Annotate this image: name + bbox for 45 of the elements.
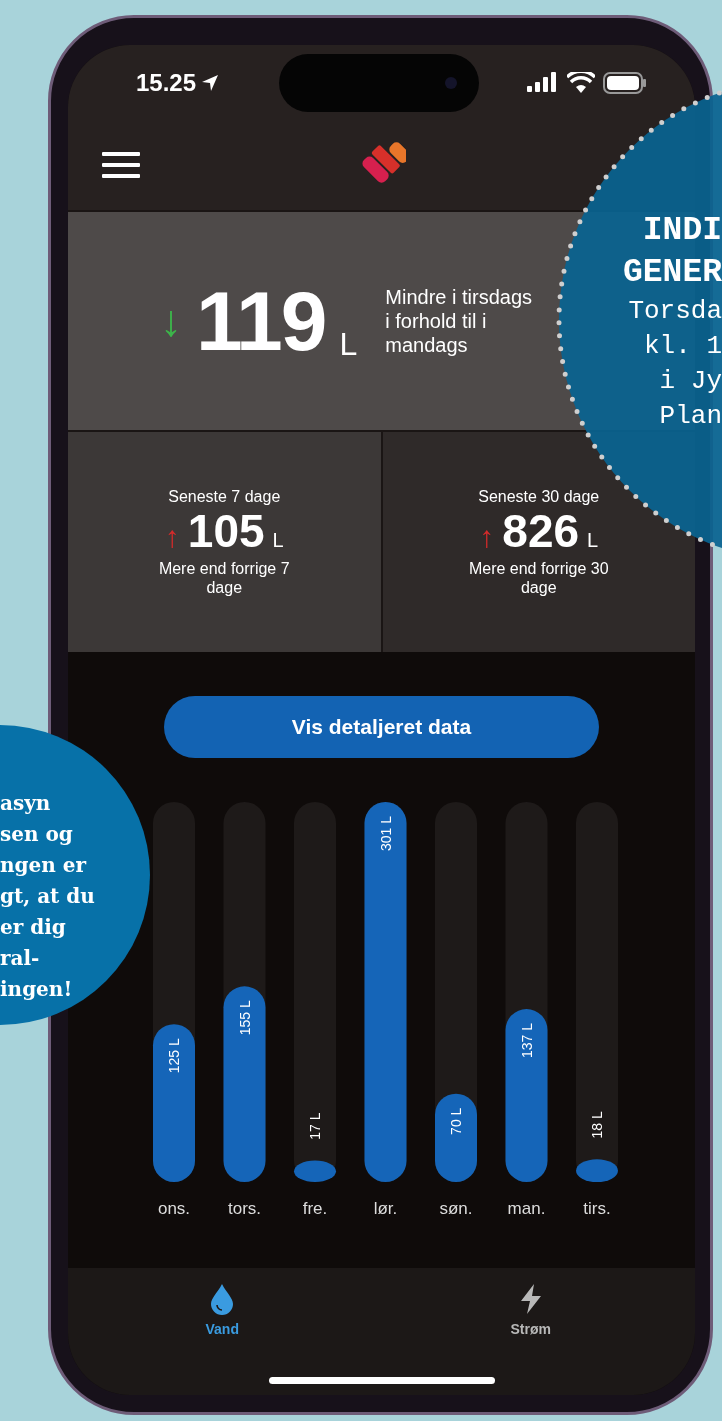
circle-text-line: Torsda [628,295,722,328]
usage-value: 826 [502,505,580,557]
circle-text-line: ral- [0,945,40,972]
day-label: lør. [373,1199,397,1218]
circle-text-line: i Jy [659,365,722,398]
usage-value: 119 [196,279,326,363]
trend-arrow: ↓ [160,295,182,347]
bar-value-label: 125 L [165,1038,182,1074]
bar-value-label: 70 L [447,1107,464,1135]
bar-value-label: 155 L [236,1000,252,1036]
circle-text-line: INDI [642,211,722,251]
bar-value-label: 17 L [306,1112,323,1140]
circle-text-line: er dig [0,914,66,941]
nav-tab[interactable]: Vand [162,1282,283,1341]
circle-text-line: kl. 1 [644,330,722,363]
clock-time: 15.25 [136,67,197,98]
circle-text-line: sen og [0,821,73,848]
circle-text-line: ngen er [0,852,86,879]
tile-description: Mere end forrige 30 dage [467,558,610,598]
day-label: ons. [157,1199,190,1218]
detail-button[interactable]: Vis detaljeret data [164,696,599,758]
circle-text-line: gt, at du [0,883,95,910]
day-label: man. [507,1199,545,1218]
trend-arrow: ↑ [479,518,495,555]
day-label: søn. [438,1199,473,1218]
comparison-text: Mindre i tirsdags i forhold til i mandags [385,285,534,357]
day-label: fre. [302,1199,327,1218]
unit-label: L [339,325,358,364]
tile-title: Seneste 7 dage [168,486,281,506]
day-label: tors. [227,1199,261,1218]
usage-value: 105 [187,505,265,557]
trend-arrow: ↑ [164,518,180,555]
circle-text-line: Plan [659,400,722,433]
bar-value-label: 137 L [518,1023,534,1059]
unit-label: L [272,527,284,553]
tile-title: Seneste 30 dage [478,486,600,506]
tile-description: Mere end forrige 7 dage [157,558,291,598]
circle-text-line: asyn [0,790,51,817]
circle-text-line: ingen! [0,976,73,1003]
day-label: tirs. [582,1199,611,1218]
bar-value-label: 301 L [377,816,393,852]
unit-label: L [587,527,599,553]
nav-tab[interactable]: Strøm [470,1282,591,1341]
bar-value-label: 18 L [588,1111,605,1139]
circle-text-line: GENER [622,253,722,293]
